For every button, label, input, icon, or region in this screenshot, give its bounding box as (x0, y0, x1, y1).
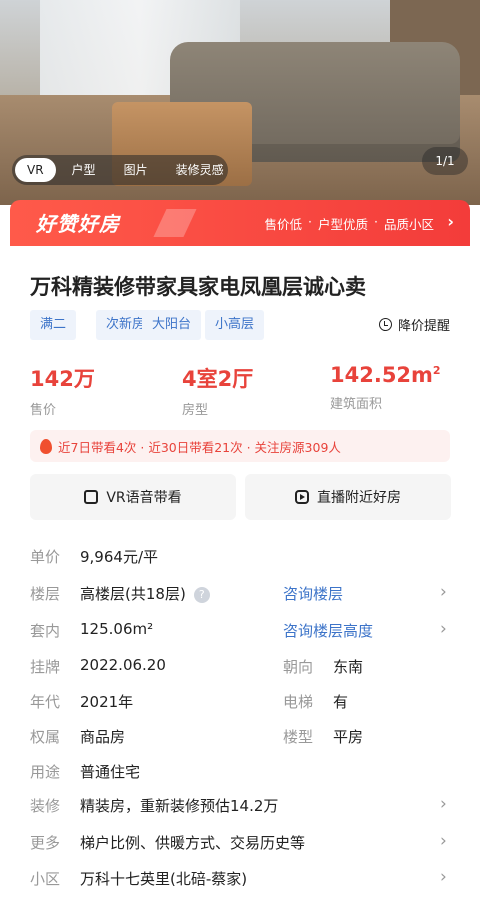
detail-value: 商品房 (80, 728, 126, 746)
chevron-right-icon: › (440, 831, 447, 851)
banner-tag: 户型优质 (317, 217, 368, 232)
detail-value: 高楼层(共18层)? (80, 583, 210, 604)
detail-key: 挂牌 (30, 658, 61, 676)
listing-title: 万科精装修带家具家电凤凰层诚心卖 (30, 275, 366, 299)
detail-key: 年代 (30, 693, 61, 711)
stat-label: 售价 (30, 403, 57, 418)
detail-row-community[interactable]: 小区 万科十七英里(北碚-蔡家) › (30, 867, 460, 896)
popularity-strip[interactable]: 近7日带看4次 · 近30日带看21次 · 关注房源309人 (30, 430, 450, 462)
banner-tag: 售价低 (264, 217, 302, 232)
detail-key: 装修 (30, 797, 61, 815)
stat-label: 建筑面积 (330, 397, 383, 412)
banner-tag-separator: · (374, 214, 378, 229)
detail-key: 更多 (30, 834, 61, 852)
stat-area: 142.52m2 建筑面积 (330, 363, 441, 412)
area-value: 142.52m (330, 363, 433, 387)
alarm-clock-icon (378, 318, 392, 331)
feature-tag: 大阳台 (142, 310, 202, 340)
popularity-text: 近7日带看4次 · 近30日带看21次 · 关注房源309人 (58, 439, 341, 455)
price-drop-reminder[interactable]: 降价提醒 (378, 315, 450, 334)
ask-floor-link[interactable]: 咨询楼层 (283, 583, 343, 604)
detail-key: 权属 (30, 728, 61, 746)
detail-row-listed: 挂牌 2022.06.20 朝向 东南 (30, 656, 460, 684)
listing-card: 万科精装修带家具家电凤凰层诚心卖 满二 次新房 大阳台 小高层 降价提醒 142… (10, 246, 470, 903)
stat-value: 142万 (30, 367, 95, 391)
detail-key: 小区 (30, 870, 61, 888)
detail-value: 万科十七英里(北碚-蔡家) (80, 870, 248, 888)
vr-icon (84, 490, 99, 504)
vr-voice-tour-label: VR语音带看 (106, 490, 182, 506)
photo-counter: 1/1 (422, 147, 468, 175)
detail-value: 平房 (333, 728, 364, 746)
good-house-badge: 好赞好房 (36, 212, 120, 236)
feature-tag: 满二 (30, 310, 77, 340)
detail-value: 精装房，重新装修预估14.2万 (80, 797, 279, 815)
stat-layout: 4室2厅 房型 (182, 363, 253, 418)
detail-row-decoration[interactable]: 装修 精装房，重新装修预估14.2万 › (30, 794, 460, 823)
stat-label: 房型 (182, 403, 209, 418)
chevron-right-icon: › (447, 212, 454, 231)
media-tab-vr[interactable]: VR (15, 158, 56, 182)
detail-row-inner-area[interactable]: 套内 125.06m² 咨询楼层高度 › (30, 619, 460, 648)
detail-key: 单价 (30, 548, 61, 566)
banner-tags: 售价低 · 户型优质 · 品质小区 (264, 214, 434, 233)
detail-row-ownership: 权属 商品房 楼型 平房 (30, 726, 460, 754)
detail-value: 2022.06.20 (80, 656, 166, 674)
detail-row-more[interactable]: 更多 梯户比例、供暖方式、交易历史等 › (30, 831, 460, 860)
banner-tag-separator: · (308, 214, 312, 229)
price-drop-reminder-label: 降价提醒 (397, 319, 450, 334)
flame-icon (40, 438, 52, 454)
chevron-right-icon: › (440, 582, 447, 602)
chevron-right-icon: › (440, 794, 447, 814)
help-icon[interactable]: ? (193, 587, 210, 603)
floor-value: 高楼层(共18层) (80, 585, 186, 603)
media-tab-photos[interactable]: 图片 (112, 158, 160, 182)
detail-row-year: 年代 2021年 电梯 有 (30, 691, 460, 719)
detail-value: 普通住宅 (80, 763, 141, 781)
hero-photo[interactable]: VR 户型 图片 装修灵感 1/1 (0, 0, 480, 205)
good-house-banner[interactable]: 好赞好房 售价低 · 户型优质 · 品质小区 › (10, 200, 470, 246)
chevron-right-icon: › (440, 619, 447, 639)
detail-row-floor[interactable]: 楼层 高楼层(共18层)? 咨询楼层 › (30, 582, 460, 611)
detail-key: 套内 (30, 622, 61, 640)
detail-value: 9,964元/平 (80, 548, 158, 566)
chevron-right-icon: › (440, 867, 447, 887)
detail-key: 用途 (30, 763, 61, 781)
detail-value: 东南 (333, 658, 364, 676)
detail-value: 有 (333, 693, 349, 711)
media-tab-inspiration[interactable]: 装修灵感 (164, 158, 236, 182)
detail-value: 梯户比例、供暖方式、交易历史等 (80, 834, 306, 852)
detail-key: 楼层 (30, 585, 61, 603)
detail-value: 125.06m² (80, 620, 154, 638)
stat-value: 4室2厅 (182, 367, 254, 391)
banner-tag: 品质小区 (383, 217, 434, 232)
detail-key: 电梯 (283, 693, 314, 711)
detail-key: 楼型 (283, 728, 314, 746)
live-nearby-label: 直播附近好房 (317, 490, 401, 506)
ask-floor-height-link[interactable]: 咨询楼层高度 (283, 620, 373, 641)
badge-slash-decoration (153, 209, 197, 237)
stat-value: 142.52m2 (330, 363, 441, 387)
feature-tag: 小高层 (205, 310, 265, 340)
live-nearby-button[interactable]: 直播附近好房 (245, 474, 451, 520)
media-tab-bar: VR 户型 图片 装修灵感 (12, 155, 228, 185)
detail-value: 2021年 (80, 693, 134, 711)
stat-price: 142万 售价 (30, 363, 95, 418)
area-unit-superscript: 2 (432, 364, 441, 377)
detail-key: 朝向 (283, 658, 314, 676)
media-tab-floorplan[interactable]: 户型 (60, 158, 108, 182)
vr-voice-tour-button[interactable]: VR语音带看 (30, 474, 236, 520)
live-icon (295, 490, 309, 504)
